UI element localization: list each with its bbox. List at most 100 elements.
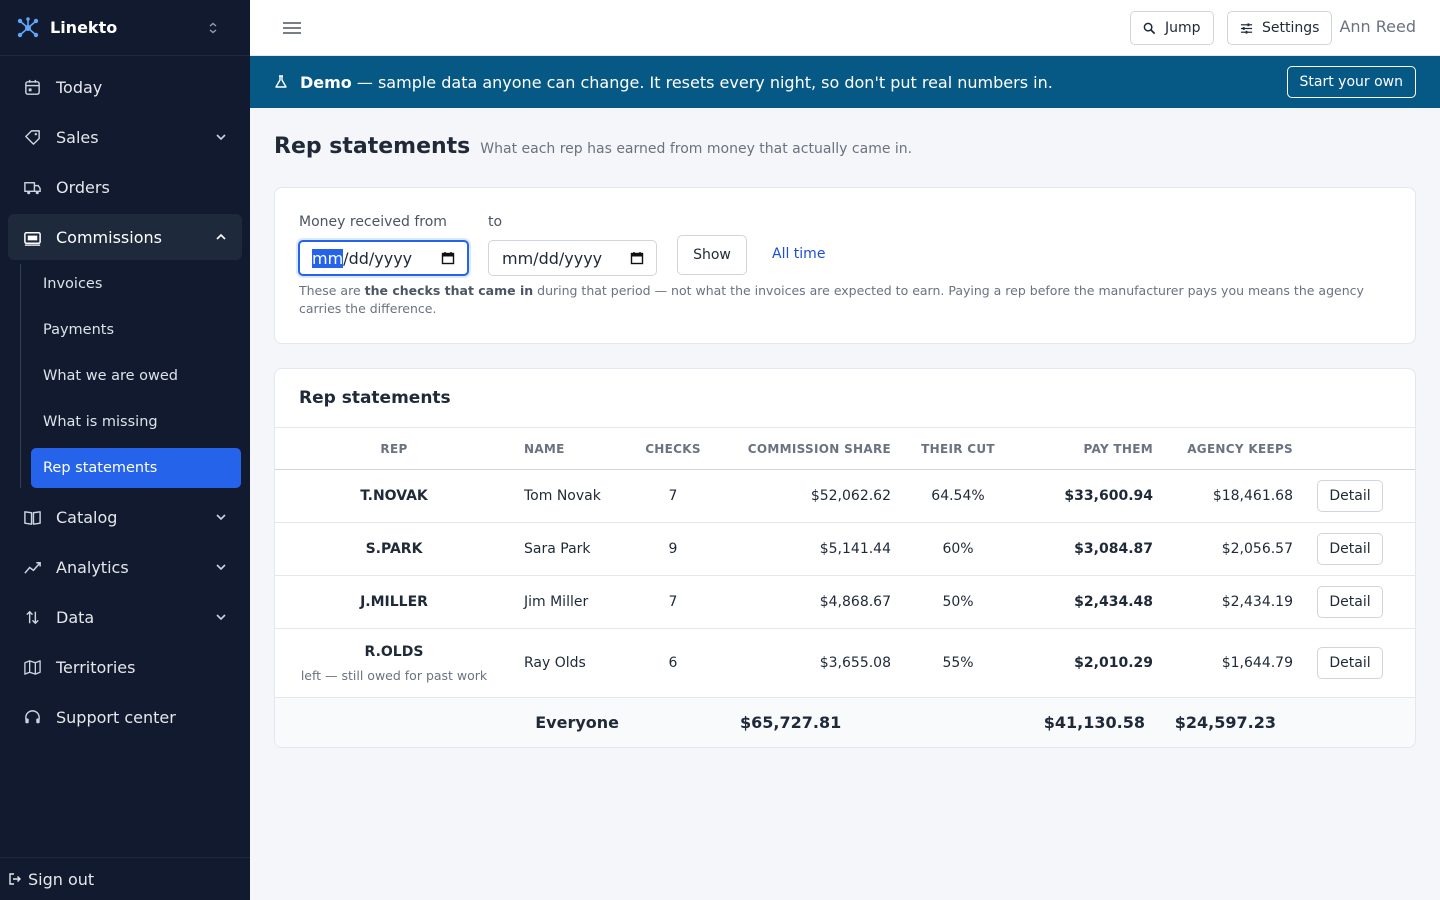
from-date-month: mm bbox=[312, 248, 344, 268]
nav-label: Sales bbox=[56, 127, 99, 147]
checks-count: 9 bbox=[623, 522, 723, 576]
totals-pay: $41,130.58 bbox=[1023, 697, 1153, 747]
subnav-what-we-are-owed[interactable]: What we are owed bbox=[31, 356, 241, 396]
detail-button[interactable]: Detail bbox=[1317, 480, 1383, 512]
totals-keeps: $24,597.23 bbox=[1153, 697, 1293, 747]
their-cut: 64.54% bbox=[893, 469, 1023, 523]
brand-switcher[interactable]: Linekto bbox=[0, 0, 250, 56]
column-header: PAY THEM bbox=[1023, 427, 1153, 470]
checks-count: 7 bbox=[623, 575, 723, 629]
banner-strong: Demo bbox=[300, 72, 352, 92]
calendar-icon bbox=[22, 77, 42, 97]
chevron-down-icon bbox=[214, 510, 228, 524]
to-date-input[interactable]: mm/dd/yyyy bbox=[488, 240, 657, 276]
rep-code: S.PARK bbox=[365, 541, 423, 557]
from-date-rest: /dd/yyyy bbox=[343, 248, 413, 268]
nav-commissions[interactable]: Commissions bbox=[8, 214, 242, 260]
detail-button[interactable]: Detail bbox=[1317, 533, 1383, 565]
menu-icon[interactable] bbox=[282, 18, 302, 38]
totals-share: $65,727.81 bbox=[723, 697, 893, 747]
rep-name: Jim Miller bbox=[513, 575, 623, 629]
top-bar: Jump Settings Ann Reed bbox=[250, 0, 1440, 56]
nav-orders[interactable]: Orders bbox=[8, 164, 242, 210]
rep-code: J.MILLER bbox=[360, 594, 428, 610]
totals-label: Everyone bbox=[275, 697, 623, 747]
subnav-payments[interactable]: Payments bbox=[31, 310, 241, 350]
checks-count: 7 bbox=[623, 469, 723, 523]
rep-statements-table: REP NAME CHECKS COMMISSION SHARE THEIR C… bbox=[275, 427, 1415, 747]
table-row: R.OLDS left — still owed for past work R… bbox=[275, 628, 1415, 698]
nav-analytics[interactable]: Analytics bbox=[8, 544, 242, 590]
filter-card: Money received from to mm/dd/yyyy mm/dd/… bbox=[274, 187, 1416, 344]
column-header: AGENCY KEEPS bbox=[1153, 427, 1293, 470]
logo-icon bbox=[17, 16, 39, 37]
subnav-invoices[interactable]: Invoices bbox=[31, 264, 241, 304]
banner-text: — sample data anyone can change. It rese… bbox=[351, 72, 1053, 92]
nav-sales[interactable]: Sales bbox=[8, 114, 242, 160]
sign-out-button[interactable]: Sign out bbox=[0, 857, 250, 900]
start-your-own-button[interactable]: Start your own bbox=[1286, 66, 1416, 98]
money-icon bbox=[22, 227, 42, 247]
main-content: Rep statements What each rep has earned … bbox=[250, 108, 1440, 900]
totals-row: Everyone $65,727.81 $41,130.58 $24,597.2… bbox=[275, 697, 1415, 747]
commission-share: $5,141.44 bbox=[723, 522, 893, 576]
book-icon bbox=[22, 507, 42, 527]
rep-statements-card: Rep statements REP NAME CHECKS COMMISSIO… bbox=[274, 368, 1416, 748]
nav-today[interactable]: Today bbox=[8, 64, 242, 110]
table-row: S.PARK Sara Park 9 $5,141.44 60% $3,084.… bbox=[275, 522, 1415, 576]
sort-icon bbox=[22, 607, 42, 627]
nav-label: Today bbox=[56, 77, 103, 97]
demo-banner: Demo — sample data anyone can change. It… bbox=[250, 56, 1440, 108]
their-cut: 50% bbox=[893, 575, 1023, 629]
page-header: Rep statements What each rep has earned … bbox=[274, 134, 912, 159]
jump-label: Jump bbox=[1165, 20, 1201, 36]
commissions-subnav: Invoices Payments What we are owed What … bbox=[0, 264, 250, 488]
pay-them: $2,010.29 bbox=[1023, 628, 1153, 698]
checks-count: 6 bbox=[623, 628, 723, 698]
user-name[interactable]: Ann Reed bbox=[1339, 17, 1416, 36]
headset-icon bbox=[22, 707, 42, 727]
rep-name: Ray Olds bbox=[513, 628, 623, 698]
search-icon bbox=[1143, 22, 1156, 34]
column-header-actions bbox=[1293, 427, 1415, 470]
their-cut: 60% bbox=[893, 522, 1023, 576]
chevron-updown-icon bbox=[209, 22, 217, 33]
agency-keeps: $2,056.57 bbox=[1153, 522, 1293, 576]
detail-button[interactable]: Detail bbox=[1317, 586, 1383, 618]
main-nav: Today Sales Orders Commissions Invoices … bbox=[0, 56, 250, 740]
tag-icon bbox=[22, 127, 42, 147]
column-header: COMMISSION SHARE bbox=[723, 427, 893, 470]
jump-button[interactable]: Jump bbox=[1130, 11, 1214, 45]
settings-button[interactable]: Settings bbox=[1227, 11, 1333, 45]
detail-button[interactable]: Detail bbox=[1317, 647, 1383, 679]
from-date-input[interactable]: mm/dd/yyyy bbox=[298, 240, 469, 276]
pay-them: $3,084.87 bbox=[1023, 522, 1153, 576]
nav-data[interactable]: Data bbox=[8, 594, 242, 640]
calendar-icon[interactable] bbox=[630, 251, 644, 265]
column-header: NAME bbox=[513, 427, 623, 470]
chevron-down-icon bbox=[214, 130, 228, 144]
agency-keeps: $1,644.79 bbox=[1153, 628, 1293, 698]
trend-icon bbox=[22, 557, 42, 577]
chevron-down-icon bbox=[214, 610, 228, 624]
page-title: Rep statements bbox=[274, 134, 471, 159]
rep-code: R.OLDS bbox=[364, 643, 424, 660]
their-cut: 55% bbox=[893, 628, 1023, 698]
chevron-down-icon bbox=[214, 560, 228, 574]
calendar-icon[interactable] bbox=[441, 251, 455, 265]
nav-support-center[interactable]: Support center bbox=[8, 694, 242, 740]
page-subtitle: What each rep has earned from money that… bbox=[480, 141, 913, 157]
nav-label: Catalog bbox=[56, 507, 118, 527]
pay-them: $2,434.48 bbox=[1023, 575, 1153, 629]
map-icon bbox=[22, 657, 42, 677]
nav-territories[interactable]: Territories bbox=[8, 644, 242, 690]
all-time-link[interactable]: All time bbox=[772, 246, 825, 262]
subnav-what-is-missing[interactable]: What is missing bbox=[31, 402, 241, 442]
truck-icon bbox=[22, 177, 42, 197]
show-button[interactable]: Show bbox=[677, 235, 747, 275]
commission-share: $4,868.67 bbox=[723, 575, 893, 629]
to-label: to bbox=[488, 214, 503, 230]
subnav-rep-statements[interactable]: Rep statements bbox=[31, 448, 241, 488]
nav-catalog[interactable]: Catalog bbox=[8, 494, 242, 540]
column-header: REP bbox=[275, 427, 513, 470]
